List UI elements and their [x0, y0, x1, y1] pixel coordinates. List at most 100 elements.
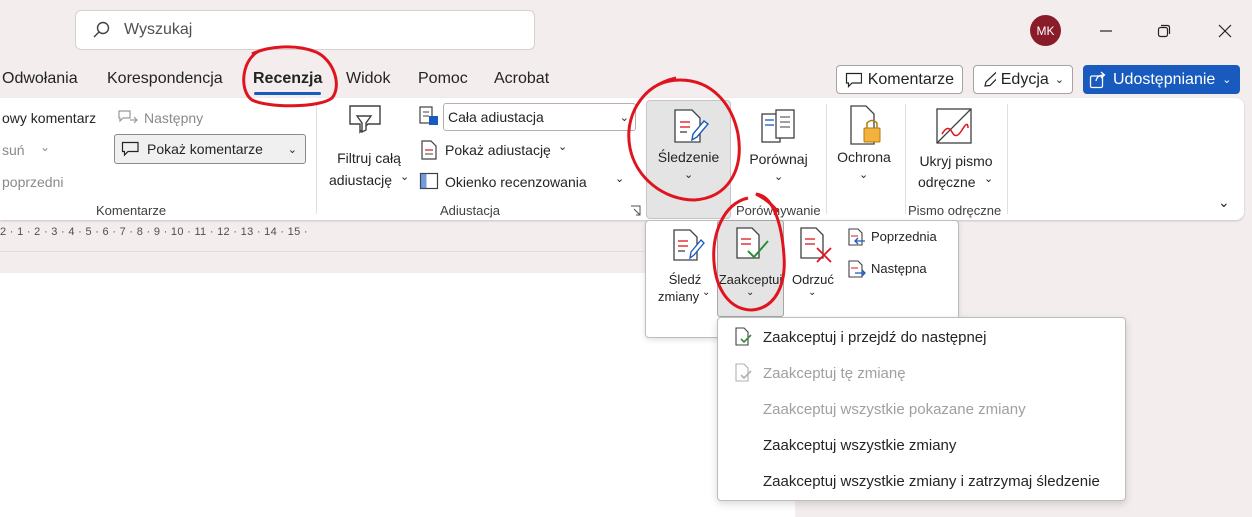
chevron-down-icon: ⌄	[40, 140, 51, 154]
chevron-down-icon: ⌄	[774, 171, 784, 183]
minimize-button[interactable]	[1089, 14, 1123, 48]
search-icon	[93, 21, 110, 38]
share-icon	[1089, 71, 1106, 88]
search-box[interactable]: Wyszukaj	[75, 10, 535, 50]
reviewing-pane-icon	[419, 172, 439, 190]
tab-view[interactable]: Widok	[346, 70, 390, 88]
menu-item-label: Zaakceptuj i przejdź do następnej	[763, 328, 987, 346]
menu-item-accept-all[interactable]: Zaakceptuj wszystkie zmiany	[718, 427, 1125, 463]
protect-button[interactable]: Ochrona	[830, 149, 898, 165]
tab-references[interactable]: Odwołania	[2, 70, 78, 88]
protect-icon	[850, 105, 881, 145]
show-markup-button[interactable]: Pokaż adiustację	[445, 142, 551, 158]
share-label: Udostępnianie	[1113, 70, 1216, 88]
comments-group-label: Komentarze	[96, 203, 167, 218]
accept-menu: Zaakceptuj i przejdź do następnej Zaakce…	[717, 317, 1126, 501]
editing-mode-button[interactable]: Edycja ⌄	[973, 65, 1073, 94]
accept-label: Zaakceptuj	[718, 272, 783, 287]
chevron-down-icon: ⌄	[702, 287, 711, 298]
markup-display-value: Cała adiustacja	[448, 109, 544, 125]
filter-markup-line1[interactable]: Filtruj całą	[329, 150, 409, 166]
tab-review[interactable]: Recenzja	[253, 70, 322, 88]
ribbon-divider	[905, 104, 906, 214]
comment-icon	[845, 72, 862, 88]
chevron-down-icon: ⌄	[619, 111, 629, 124]
minimize-icon	[1100, 30, 1112, 32]
menu-item-label: Zaakceptuj tę zmianę	[763, 364, 906, 382]
tracking-label: Śledzenie	[657, 149, 720, 165]
accept-change-icon	[736, 227, 769, 259]
chevron-down-icon: ⌄	[400, 171, 410, 183]
chevron-down-icon: ⌄	[746, 287, 755, 298]
show-comments-button[interactable]: Pokaż komentarze ⌄	[114, 134, 306, 164]
comments-pane-button[interactable]: Komentarze	[836, 65, 963, 94]
close-icon	[1218, 24, 1232, 38]
next-change-button[interactable]: Następna	[871, 261, 927, 276]
hide-ink-line2[interactable]: odręczne	[918, 174, 976, 190]
close-button[interactable]	[1208, 14, 1242, 48]
reviewing-pane-button[interactable]: Okienko recenzowania	[445, 174, 587, 190]
chevron-down-icon: ⌄	[684, 169, 694, 181]
next-comment-button[interactable]: Następny	[144, 110, 203, 126]
track-changes-line1[interactable]: Śledź	[650, 272, 720, 287]
menu-item-label: Zaakceptuj wszystkie zmiany i zatrzymaj …	[763, 472, 1100, 490]
avatar[interactable]: MK	[1030, 15, 1061, 46]
ruler-divider	[0, 251, 646, 252]
track-changes-icon	[674, 109, 710, 143]
chevron-down-icon: ⌄	[808, 287, 817, 298]
track-changes-line2[interactable]: zmiany	[658, 289, 699, 304]
next-change-icon	[848, 260, 866, 278]
compare-icon	[761, 109, 795, 143]
chevron-down-icon: ⌄	[287, 143, 297, 156]
ink-group-label: Pismo odręczne	[908, 203, 1002, 218]
dialog-launcher-icon[interactable]	[630, 205, 641, 216]
markup-display-select[interactable]: Cała adiustacja ⌄	[443, 103, 636, 131]
filter-markup-line2[interactable]: adiustację	[329, 172, 392, 188]
menu-item-accept-all-stop-tracking[interactable]: Zaakceptuj wszystkie zmiany i zatrzymaj …	[718, 463, 1125, 499]
comment-icon	[121, 141, 139, 157]
accept-change-icon	[735, 327, 752, 346]
hide-ink-icon	[936, 108, 972, 144]
previous-comment-button[interactable]: poprzedni	[2, 174, 64, 190]
comments-pane-label: Komentarze	[867, 70, 954, 88]
previous-change-icon	[848, 228, 865, 246]
editing-mode-label: Edycja	[1000, 70, 1049, 88]
chevron-down-icon: ⌄	[1054, 74, 1064, 86]
ribbon-divider	[316, 104, 317, 214]
ribbon-collapse-chevron-icon[interactable]: ⌄	[1218, 194, 1230, 211]
show-markup-icon	[421, 140, 437, 160]
previous-change-button[interactable]: Poprzednia	[871, 229, 937, 244]
share-button[interactable]: Udostępnianie ⌄	[1083, 65, 1240, 94]
menu-item-accept-all-shown[interactable]: Zaakceptuj wszystkie pokazane zmiany	[718, 391, 1125, 427]
tab-help[interactable]: Pomoc	[418, 70, 468, 88]
restore-icon	[1157, 24, 1171, 38]
reject-button[interactable]: Odrzuć	[792, 272, 834, 287]
chevron-down-icon: ⌄	[615, 173, 625, 185]
show-comments-label: Pokaż komentarze	[147, 141, 263, 157]
reject-change-icon	[800, 227, 832, 263]
tab-acrobat[interactable]: Acrobat	[494, 70, 549, 88]
active-tab-indicator	[254, 92, 321, 95]
chevron-down-icon: ⌄	[859, 169, 869, 181]
chevron-down-icon: ⌄	[1222, 74, 1232, 86]
menu-item-accept-and-move-next[interactable]: Zaakceptuj i przejdź do następnej	[718, 319, 1125, 355]
new-comment-button[interactable]: owy komentarz	[2, 110, 96, 126]
ribbon-divider	[826, 104, 827, 214]
compare-group-label: Porównywanie	[736, 203, 821, 218]
display-for-review-icon	[419, 106, 438, 125]
markup-group-label: Adiustacja	[440, 203, 500, 218]
track-changes-icon	[673, 229, 705, 261]
menu-item-label: Zaakceptuj wszystkie pokazane zmiany	[763, 400, 1026, 418]
pencil-icon	[984, 71, 996, 87]
hide-ink-line1[interactable]: Ukryj pismo	[912, 153, 1000, 169]
delete-comment-button[interactable]: suń	[2, 142, 25, 158]
menu-item-accept-this-change[interactable]: Zaakceptuj tę zmianę	[718, 355, 1125, 391]
chevron-down-icon: ⌄	[984, 173, 994, 185]
restore-button[interactable]	[1147, 14, 1181, 48]
chevron-down-icon: ⌄	[558, 141, 568, 153]
compare-button[interactable]: Porównaj	[741, 151, 816, 167]
tab-mailings[interactable]: Korespondencja	[107, 70, 223, 88]
accept-change-icon	[735, 363, 752, 382]
horizontal-ruler[interactable]: 2 · 1 · 2 · 3 · 4 · 5 · 6 · 7 · 8 · 9 · …	[0, 226, 646, 246]
filter-markup-icon	[349, 105, 381, 134]
